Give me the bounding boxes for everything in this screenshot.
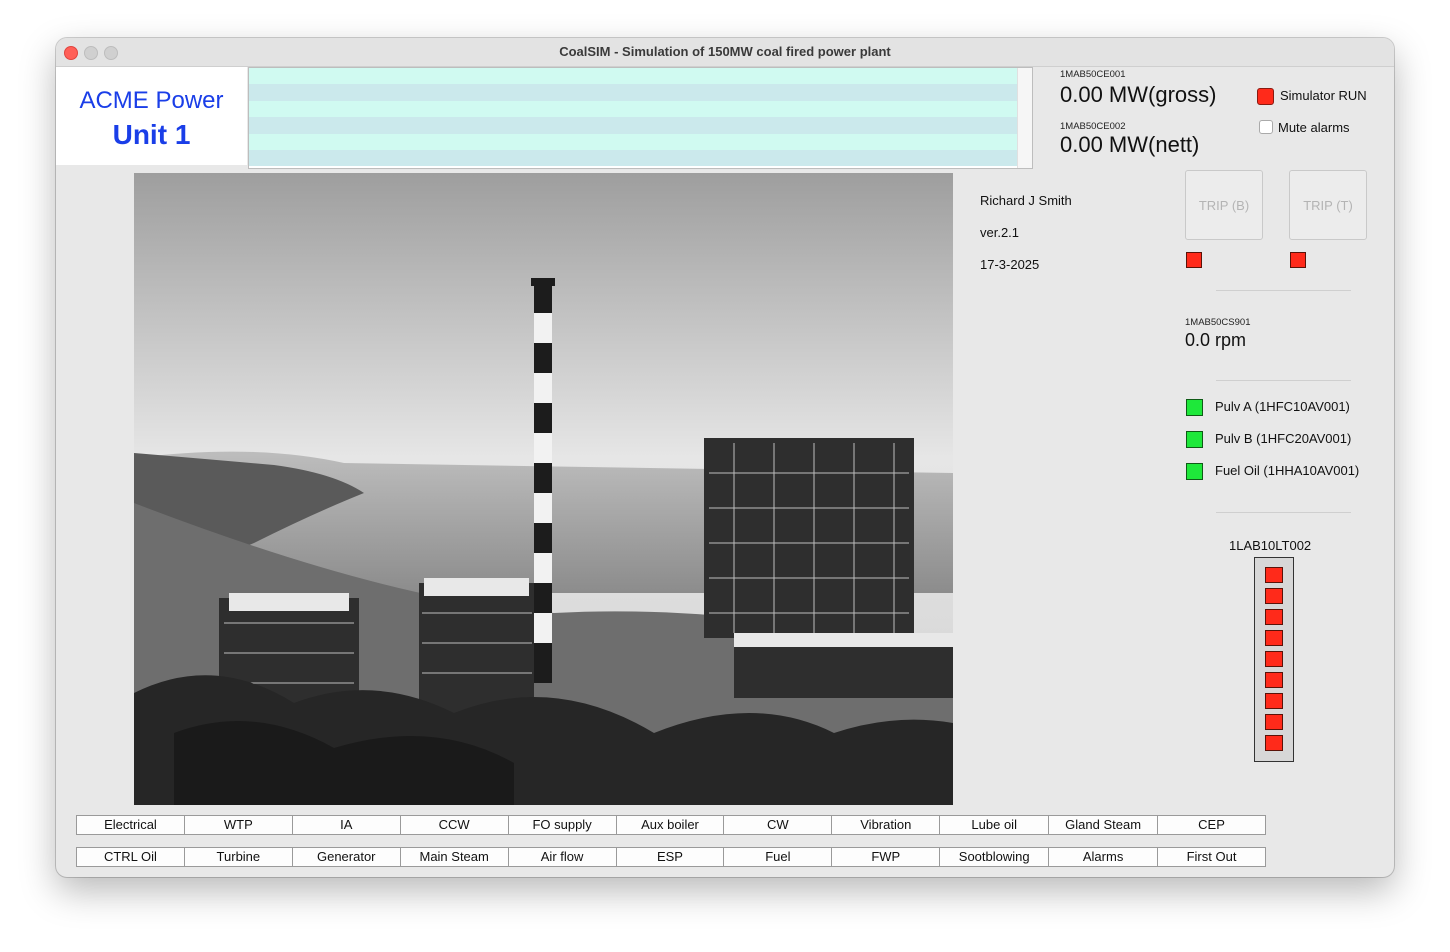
level-cell [1265,735,1283,751]
level-cell [1265,714,1283,730]
nav-alarms-button[interactable]: Alarms [1048,847,1159,867]
level-cell [1265,651,1283,667]
trip-turbine-indicator [1290,252,1306,268]
speed-value: 0.0 rpm [1185,330,1247,350]
window-title: CoalSIM - Simulation of 150MW coal fired… [559,44,891,59]
nav-lube-oil-button[interactable]: Lube oil [939,815,1050,835]
gross-power-tag: 1MAB50CE001 [1060,69,1126,80]
alarm-row[interactable] [249,133,1017,150]
fuel-oil-indicator [1186,463,1203,480]
nav-sootblowing-button[interactable]: Sootblowing [939,847,1050,867]
nav-fuel-button[interactable]: Fuel [723,847,833,867]
nav-air-flow-button[interactable]: Air flow [507,847,617,867]
level-cell [1265,693,1283,709]
pulv-a-indicator [1186,399,1203,416]
pulv-b-label: Pulv B (1HFC20AV001) [1215,431,1352,446]
divider [1216,512,1351,513]
mute-alarms-label: Mute alarms [1278,120,1350,135]
nav-row-1: Electrical WTP IA CCW FO supply Aux boil… [76,815,1266,835]
alarm-row[interactable] [249,100,1017,118]
nav-electrical-button[interactable]: Electrical [76,815,185,835]
unit-name: Unit 1 [112,119,191,150]
nav-ccw-button[interactable]: CCW [399,815,509,835]
speed-tag: 1MAB50CS901 [1185,317,1251,328]
nav-cep-button[interactable]: CEP [1157,815,1266,835]
gross-power-value: 0.00 MW(gross) [1060,82,1217,107]
alarm-row[interactable] [249,84,1017,101]
pulv-a-label: Pulv A (1HFC10AV001) [1215,399,1350,414]
level-cell [1265,567,1283,583]
date-label: 17-3-2025 [980,257,1040,272]
nav-aux-boiler-button[interactable]: Aux boiler [615,815,725,835]
alarm-list[interactable] [248,67,1033,169]
alarm-row[interactable] [249,68,1017,85]
level-cell [1265,672,1283,688]
divider [1216,380,1351,381]
alarm-row[interactable] [249,117,1017,134]
version-label: ver.2.1 [980,225,1020,240]
nav-esp-button[interactable]: ESP [615,847,725,867]
nav-turbine-button[interactable]: Turbine [183,847,293,867]
nav-cw-button[interactable]: CW [723,815,833,835]
level-tag: 1LAB10LT002 [1229,538,1312,553]
nav-ia-button[interactable]: IA [291,815,401,835]
title-bar: CoalSIM - Simulation of 150MW coal fired… [56,38,1394,67]
plant-photo [134,173,953,805]
trip-boiler-button[interactable]: TRIP (B) [1185,170,1263,240]
nav-fwp-button[interactable]: FWP [831,847,941,867]
app-window: CoalSIM - Simulation of 150MW coal fired… [56,38,1394,877]
nett-power-value: 0.00 MW(nett) [1060,132,1200,157]
pulv-b-indicator [1186,431,1203,448]
nav-gland-steam-button[interactable]: Gland Steam [1048,815,1159,835]
level-cell [1265,609,1283,625]
alarm-scrollbar[interactable] [1017,68,1032,168]
nett-power-tag: 1MAB50CE002 [1060,121,1126,132]
simulator-run-checkbox[interactable] [1257,88,1274,105]
level-cell [1265,630,1283,646]
brand-panel: ACME Power Unit 1 [56,67,247,165]
nav-first-out-button[interactable]: First Out [1157,847,1266,867]
nav-vibration-button[interactable]: Vibration [831,815,941,835]
nav-wtp-button[interactable]: WTP [183,815,293,835]
fuel-oil-label: Fuel Oil (1HHA10AV001) [1215,463,1360,478]
simulator-run-label: Simulator RUN [1280,88,1367,103]
divider [1216,290,1351,291]
level-cell [1265,588,1283,604]
company-name: ACME Power [79,87,224,114]
plant-photo-image [134,173,953,805]
author-name: Richard J Smith [980,193,1072,208]
nav-ctrl-oil-button[interactable]: CTRL Oil [76,847,185,867]
nav-main-steam-button[interactable]: Main Steam [399,847,509,867]
trip-turbine-button[interactable]: TRIP (T) [1289,170,1367,240]
nav-row-2: CTRL Oil Turbine Generator Main Steam Ai… [76,847,1266,867]
nav-generator-button[interactable]: Generator [291,847,401,867]
trip-boiler-indicator [1186,252,1202,268]
level-gauge [1254,557,1294,762]
mute-alarms-checkbox[interactable] [1259,120,1273,134]
alarm-row[interactable] [249,149,1017,167]
nav-fo-supply-button[interactable]: FO supply [507,815,617,835]
